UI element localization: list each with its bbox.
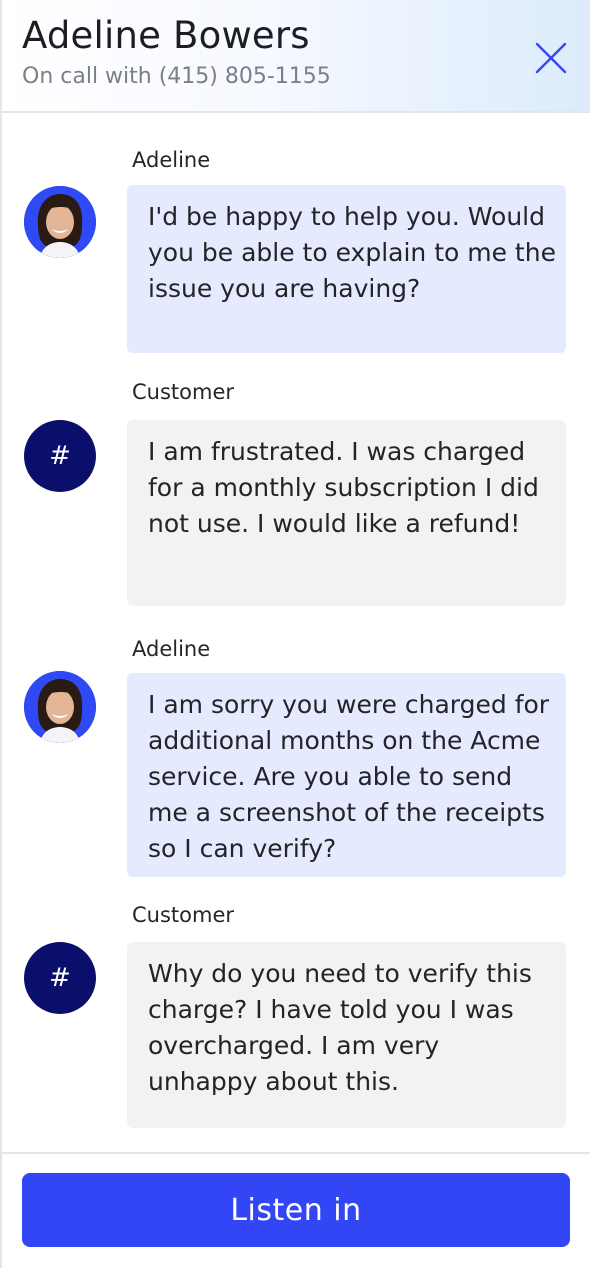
message-bubble: Why do you need to verify this charge? I… — [127, 942, 566, 1128]
customer-avatar: # — [24, 942, 96, 1014]
panel-header: Adeline Bowers On call with (415) 805-11… — [2, 0, 590, 113]
message-bubble: I'd be happy to help you. Would you be a… — [127, 185, 566, 353]
message-sender: Adeline — [132, 637, 211, 661]
message-sender: Customer — [132, 903, 235, 927]
close-icon — [535, 42, 567, 74]
listen-in-button[interactable]: Listen in — [22, 1173, 570, 1247]
message-bubble: I am frustrated. I was charged for a mon… — [127, 420, 566, 606]
message-sender: Adeline — [132, 148, 211, 172]
close-button[interactable] — [529, 36, 573, 80]
agent-avatar — [24, 671, 96, 743]
caller-name: Adeline Bowers — [22, 14, 310, 57]
message-bubble: I am sorry you were charged for addition… — [127, 673, 566, 877]
agent-photo-icon — [24, 186, 96, 258]
message-sender: Customer — [132, 380, 235, 404]
agent-avatar — [24, 186, 96, 258]
agent-photo-icon — [24, 671, 96, 743]
call-status: On call with (415) 805-1155 — [22, 64, 331, 89]
call-transcript-panel: Adeline Bowers On call with (415) 805-11… — [0, 0, 590, 1268]
customer-avatar: # — [24, 420, 96, 492]
panel-footer: Listen in — [2, 1152, 590, 1268]
